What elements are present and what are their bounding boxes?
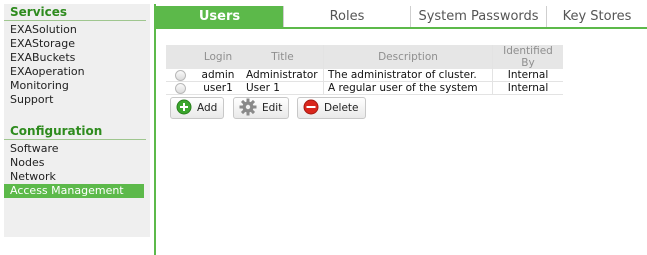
sidebar-item-software[interactable]: Software [4, 142, 150, 156]
login-cell: user1 [203, 82, 233, 94]
column-header-description: Description [323, 45, 493, 69]
title-cell: Administrator [246, 69, 318, 81]
sidebar-item-monitoring[interactable]: Monitoring [4, 79, 150, 93]
sidebar-list-configuration: Software Nodes Network Access Management [4, 142, 150, 198]
row-select-radio[interactable] [174, 69, 186, 81]
add-button[interactable]: Add [170, 97, 225, 119]
gear-icon [239, 98, 257, 119]
description-cell: The administrator of cluster. [323, 69, 493, 82]
page: Services EXASolution EXAStorage EXABucke… [0, 0, 647, 255]
table-header-row: Login Title Description Identified By [166, 45, 563, 69]
sidebar-item-exaoperation[interactable]: EXAoperation [4, 65, 150, 79]
users-table: Login Title Description Identified By ad… [166, 45, 563, 95]
column-header-title: Title [242, 45, 324, 69]
sidebar-list-services: EXASolution EXAStorage EXABuckets EXAope… [4, 23, 150, 107]
identified-by-cell: Internal [492, 81, 563, 95]
select-cell [166, 82, 194, 95]
row-select-radio[interactable] [174, 82, 186, 94]
tab-system-passwords[interactable]: System Passwords [411, 6, 547, 27]
sidebar-item-nodes[interactable]: Nodes [4, 156, 150, 170]
sidebar-item-access-management[interactable]: Access Management [4, 184, 144, 198]
edit-button[interactable]: Edit [233, 97, 290, 119]
table-row[interactable]: user1 User 1 A regular user of the syste… [166, 81, 563, 95]
column-header-login: Login [194, 45, 242, 69]
sidebar-section-title-configuration: Configuration [4, 123, 146, 140]
select-column-header [166, 45, 194, 69]
sidebar-item-exabuckets[interactable]: EXABuckets [4, 51, 150, 65]
sidebar-item-exastorage[interactable]: EXAStorage [4, 37, 150, 51]
tab-users[interactable]: Users [156, 6, 284, 27]
tab-bar: Users Roles System Passwords Key Stores [156, 6, 647, 29]
sidebar-item-exasolution[interactable]: EXASolution [4, 23, 150, 37]
plus-circle-icon [176, 99, 192, 118]
description-cell: A regular user of the system [323, 81, 493, 95]
login-cell: admin [201, 69, 235, 81]
table-row[interactable]: admin Administrator The administrator of… [166, 69, 563, 82]
sidebar-divider [154, 4, 156, 255]
delete-button[interactable]: Delete [297, 97, 366, 119]
minus-circle-icon [303, 99, 319, 118]
sidebar: Services EXASolution EXAStorage EXABucke… [4, 4, 150, 237]
select-cell [166, 69, 194, 82]
add-button-label: Add [197, 102, 218, 114]
delete-button-label: Delete [324, 102, 359, 114]
edit-button-label: Edit [262, 102, 283, 114]
sidebar-item-support[interactable]: Support [4, 93, 150, 107]
title-cell: User 1 [246, 82, 280, 94]
column-header-identified-by: Identified By [492, 45, 563, 69]
tab-roles[interactable]: Roles [284, 6, 411, 27]
sidebar-section-title-services: Services [4, 4, 146, 21]
sidebar-item-network[interactable]: Network [4, 170, 150, 184]
identified-by-cell: Internal [492, 69, 563, 82]
tab-key-stores[interactable]: Key Stores [547, 6, 647, 27]
